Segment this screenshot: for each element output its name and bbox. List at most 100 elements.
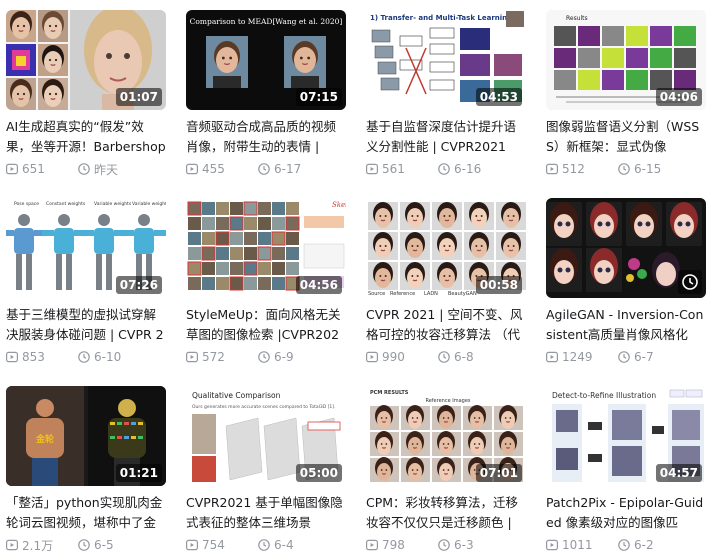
video-duration: 04:06: [655, 88, 702, 106]
video-duration: 05:00: [295, 464, 342, 482]
view-count: 561: [382, 162, 405, 176]
video-duration: 01:21: [115, 464, 162, 482]
video-thumbnail[interactable]: Results 04:06: [546, 10, 706, 110]
video-title[interactable]: 「整活」python实现肌肉金轮词云图视频，堪称中了金轮: [6, 493, 166, 533]
video-thumbnail[interactable]: Detect-to-Refine Illustration 04:57: [546, 386, 706, 486]
video-title[interactable]: StyleMeUp：面向风格无关草图的图像检索 |CVPR2021: [186, 305, 346, 345]
publish-date: 6-8: [454, 350, 474, 364]
video-card[interactable]: AgileGAN - Inversion-Consistent高质量肖像风格化 1…: [546, 198, 706, 368]
play-count-icon: [186, 539, 199, 551]
video-title[interactable]: 基于自监督深度估计提升语义分割性能 | CVPR2021: [366, 117, 526, 157]
video-title[interactable]: Patch2Pix - Epipolar-Guided 像素级对应的图像匹: [546, 493, 706, 533]
video-title[interactable]: CPM：彩妆转移算法，迁移妆容不仅仅只是迁移颜色 |: [366, 493, 526, 533]
clock-icon: [618, 163, 630, 175]
video-title[interactable]: 音频驱动合成高品质的视频肖像，附带生动的表情 |: [186, 117, 346, 157]
view-count: 1011: [562, 538, 593, 552]
video-thumbnail[interactable]: 金轮 01:21: [6, 386, 166, 486]
video-duration: 04:53: [475, 88, 522, 106]
video-card[interactable]: 1) Transfer- and Multi-Task Learning 04:5…: [366, 10, 526, 180]
svg-text:Comparison to MEAD[Wang et al.: Comparison to MEAD[Wang et al. 2020]: [190, 17, 343, 26]
svg-text:Source: Source: [368, 291, 385, 297]
video-card[interactable]: Detect-to-Refine Illustration 04:57 Patch2…: [546, 386, 706, 556]
clock-icon: [438, 163, 450, 175]
clock-icon: [438, 351, 450, 363]
view-count: 2.1万: [22, 538, 54, 553]
video-duration: 07:01: [475, 464, 522, 482]
publish-date: 6-9: [274, 350, 294, 364]
video-meta: 798 6-3: [366, 537, 526, 553]
video-thumbnail[interactable]: Pose space Constant weights Variable weigh…: [6, 198, 166, 298]
video-title[interactable]: 基于三维模型的虚拟试穿解决服装身体碰问题 | CVPR 2021: [6, 305, 166, 345]
video-thumbnail[interactable]: Qualitative Comparison Ours generates mor…: [186, 386, 346, 486]
video-meta: 512 6-15: [546, 161, 706, 177]
video-title[interactable]: 图像弱监督语义分割（WSSS）新框架：显式伪像: [546, 117, 706, 157]
video-thumbnail[interactable]: Source Reference LADN BeautyGAN 00:58: [366, 198, 526, 298]
video-meta: 2.1万 6-5: [6, 537, 166, 553]
svg-text:Detect-to-Refine Illustration: Detect-to-Refine Illustration: [552, 391, 656, 400]
play-count-icon: [186, 351, 199, 363]
clock-icon: [78, 351, 90, 363]
video-card[interactable]: Pose space Constant weights Variable weigh…: [6, 198, 166, 368]
view-count: 455: [202, 162, 225, 176]
svg-text:Reference Images: Reference Images: [425, 398, 470, 404]
publish-date: 6-10: [94, 350, 122, 364]
svg-text:Pose space: Pose space: [14, 201, 39, 207]
svg-text:Results: Results: [566, 15, 588, 22]
video-duration: 04:56: [295, 276, 342, 294]
publish-date: 6-7: [634, 350, 654, 364]
video-card[interactable]: Results 04:06 图像弱监督语义分割（WSSS）新框架：显式伪像 512 6-…: [546, 10, 706, 180]
video-card[interactable]: Sketch 04:56 StyleMeUp：面向风格无关草图的图像检索 |CVPR…: [186, 198, 346, 368]
video-thumbnail[interactable]: 01:07: [6, 10, 166, 110]
publish-date: 6-5: [94, 538, 114, 552]
video-thumbnail[interactable]: Sketch 04:56: [186, 198, 346, 298]
play-count-icon: [366, 351, 379, 363]
play-count-icon: [6, 351, 19, 363]
video-card[interactable]: Comparison to MEAD[Wang et al. 2020] 07:…: [186, 10, 346, 180]
video-duration: 00:58: [475, 276, 522, 294]
video-meta: 455 6-17: [186, 161, 346, 177]
video-title[interactable]: AI生成超真实的“假发”效果，坐等开源！Barbershop: [6, 117, 166, 157]
video-meta: 651 昨天: [6, 161, 166, 177]
video-meta: 561 6-16: [366, 161, 526, 177]
clock-icon: [78, 539, 90, 551]
play-count-icon: [546, 163, 559, 175]
video-meta: 754 6-4: [186, 537, 346, 553]
video-title[interactable]: AgileGAN - Inversion-Consistent高质量肖像风格化: [546, 305, 706, 345]
video-duration: 07:26: [115, 276, 162, 294]
video-card[interactable]: 01:07 AI生成超真实的“假发”效果，坐等开源！Barbershop 651 昨天: [6, 10, 166, 180]
clock-icon: [618, 539, 630, 551]
publish-date: 6-15: [634, 162, 662, 176]
publish-date: 6-3: [454, 538, 474, 552]
play-count-icon: [6, 163, 19, 175]
svg-text:BeautyGAN: BeautyGAN: [448, 291, 477, 297]
publish-date: 6-17: [274, 162, 302, 176]
publish-date: 6-16: [454, 162, 482, 176]
video-thumbnail[interactable]: Comparison to MEAD[Wang et al. 2020] 07:…: [186, 10, 346, 110]
video-thumbnail[interactable]: 1) Transfer- and Multi-Task Learning 04:5…: [366, 10, 526, 110]
watch-later-icon[interactable]: [678, 270, 702, 294]
video-meta: 1011 6-2: [546, 537, 706, 553]
svg-text:Reference: Reference: [390, 291, 415, 297]
publish-date: 6-2: [634, 538, 654, 552]
video-meta: 1249 6-7: [546, 349, 706, 365]
video-thumbnail[interactable]: [546, 198, 706, 298]
view-count: 853: [22, 350, 45, 364]
play-count-icon: [186, 163, 199, 175]
video-title[interactable]: CVPR2021 基于单幅图像隐式表征的整体三维场景: [186, 493, 346, 533]
video-meta: 572 6-9: [186, 349, 346, 365]
view-count: 572: [202, 350, 225, 364]
video-card[interactable]: Source Reference LADN BeautyGAN 00:58 CVPR 20…: [366, 198, 526, 368]
clock-icon: [438, 539, 450, 551]
video-card[interactable]: PCM RESULTS Reference Images 07:01 CPM：彩…: [366, 386, 526, 556]
video-thumbnail[interactable]: PCM RESULTS Reference Images 07:01: [366, 386, 526, 486]
view-count: 1249: [562, 350, 593, 364]
video-duration: 01:07: [115, 88, 162, 106]
play-count-icon: [366, 539, 379, 551]
video-card[interactable]: Qualitative Comparison Ours generates mor…: [186, 386, 346, 556]
publish-date: 昨天: [94, 162, 119, 177]
play-count-icon: [546, 351, 559, 363]
svg-text:1) Transfer- and Multi-Task Le: 1) Transfer- and Multi-Task Learning: [370, 14, 512, 22]
video-title[interactable]: CVPR 2021 | 空间不变、风格可控的妆容迁移算法 （代码开: [366, 305, 526, 345]
video-card[interactable]: 金轮 01:21 「整活」python实现肌肉金轮词云图视频，堪称中了金轮 2.1万 6…: [6, 386, 166, 556]
video-grid: 01:07 AI生成超真实的“假发”效果，坐等开源！Barbershop 651 昨天…: [6, 10, 706, 556]
